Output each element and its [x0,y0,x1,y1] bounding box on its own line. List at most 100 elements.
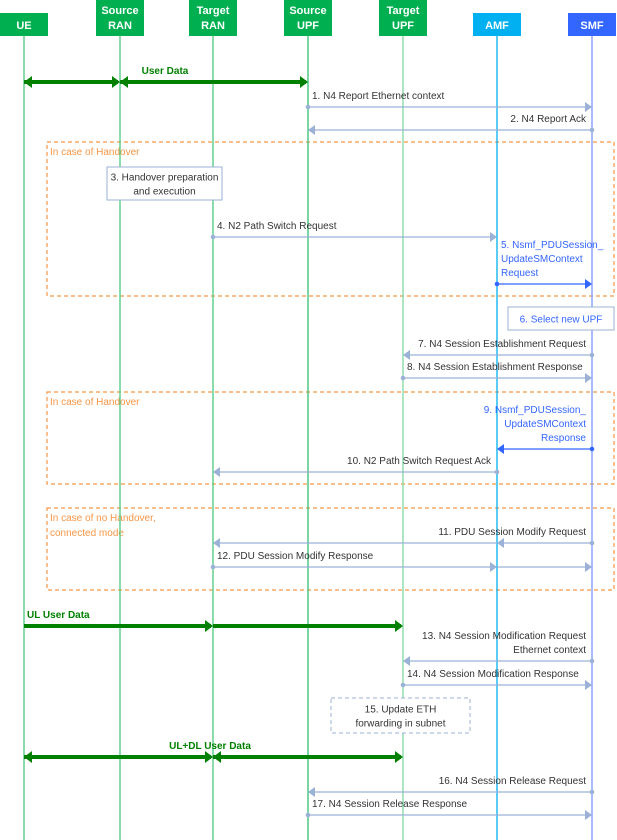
arrowhead [585,279,592,289]
arrowhead [490,232,497,242]
message-label: UpdateSMContext [504,419,586,430]
arrowhead [213,751,221,763]
message-label: 10. N2 Path Switch Request Ack [347,456,492,467]
arrowhead [213,538,220,548]
participant-source-ran: Source RAN [96,0,144,840]
message-label: 13. N4 Session Modification Request [422,631,586,642]
message-label: UL User Data [27,610,90,621]
note-text: 15. Update ETH [365,705,437,716]
message-origin [589,540,595,546]
participant-name: UPF [392,20,414,32]
arrowhead [395,620,403,632]
note-text: 3. Handover preparation [111,173,219,184]
message-label: 14. N4 Session Modification Response [407,669,579,680]
message: 13. N4 Session Modification Request Ether… [403,631,595,666]
arrowhead [308,787,315,797]
arrowhead [24,751,32,763]
message-label: Ethernet context [513,645,586,656]
message-origin [400,375,406,381]
message: 4. N2 Path Switch Request [210,221,497,242]
arrowhead [497,538,504,548]
message: 16. N4 Session Release Request [308,776,595,797]
condition-label: In case of Handover [50,397,140,408]
participant-name: SMF [580,20,604,32]
message-label: 16. N4 Session Release Request [439,776,587,787]
arrowhead [585,102,592,112]
message-origin [400,682,406,688]
participant-name: UPF [297,20,319,32]
message: 17. N4 Session Release Response [305,799,592,820]
arrowhead [308,125,315,135]
message-label: Request [501,268,538,279]
message-label: 9. Nsmf_PDUSession_ [484,405,587,416]
arrowhead [585,373,592,383]
participant-name: RAN [108,20,132,32]
note-box: 3. Handover preparation and execution [106,166,223,201]
message-label: 2. N4 Report Ack [510,114,587,125]
participant-ue: UE [0,13,48,840]
participant-name: RAN [201,20,225,32]
arrowhead [112,76,120,88]
participant-name: Source [289,5,326,17]
arrowhead [403,350,410,360]
message-label: UL+DL User Data [169,741,251,752]
participant-name: UE [16,20,31,32]
message-origin [494,281,500,287]
condition-label: In case of Handover [50,147,140,158]
note-text: forwarding in subnet [355,719,445,730]
arrowhead [585,562,592,572]
message-label: 17. N4 Session Release Response [312,799,468,810]
arrowhead [300,76,308,88]
arrowhead [585,810,592,820]
message-origin [589,127,595,133]
message-origin [589,446,595,452]
message-origin [305,104,311,110]
sequence-diagram: In case of Handover In case of Handover In… [0,0,616,840]
message: 10. N2 Path Switch Request Ack [213,456,500,477]
note-box: 6. Select new UPF [507,306,615,331]
condition-frame: In case of no Handover, connected mode [46,507,615,591]
message: 5. Nsmf_PDUSession_ UpdateSMContext Reques… [494,240,604,289]
message: 9. Nsmf_PDUSession_ UpdateSMContext Respon… [484,405,595,454]
condition-label: connected mode [50,528,124,539]
message-origin [210,234,216,240]
arrowhead [205,751,213,763]
message-origin [210,564,216,570]
message: 7. N4 Session Establishment Request [403,339,595,360]
note-text: and execution [133,187,195,198]
message: 2. N4 Report Ack [308,114,595,135]
message-label: User Data [142,66,189,77]
participant-name: Target [387,5,420,17]
message-label: 8. N4 Session Establishment Response [407,362,583,373]
arrowhead [585,680,592,690]
message-label: 1. N4 Report Ethernet context [312,91,445,102]
message-label: 5. Nsmf_PDUSession_ [501,240,604,251]
arrowhead [403,656,410,666]
message-origin [589,352,595,358]
arrowhead [213,467,220,477]
arrowhead [395,751,403,763]
message-origin [589,658,595,664]
note-box: 15. Update ETH forwarding in subnet [330,697,471,734]
message-label: Response [541,433,586,444]
message: 1. N4 Report Ethernet context [305,91,592,112]
participant-source-upf: Source UPF [284,0,332,840]
participant-name: Target [197,5,230,17]
arrowhead [497,444,504,454]
message-origin [494,469,500,475]
message: 12. PDU Session Modify Response [210,551,592,572]
message-label: 12. PDU Session Modify Response [217,551,374,562]
message: User Data [24,66,308,88]
note-text: 6. Select new UPF [520,315,603,326]
arrowhead [490,562,497,572]
message-label: 4. N2 Path Switch Request [217,221,337,232]
arrowhead [24,76,32,88]
message-label: 7. N4 Session Establishment Request [418,339,586,350]
message-origin [589,789,595,795]
arrowhead [120,76,128,88]
message-origin [305,812,311,818]
participant-name: AMF [485,20,509,32]
participant-target-ran: Target RAN [189,0,237,840]
message-label: UpdateSMContext [501,254,583,265]
participant-name: Source [101,5,138,17]
